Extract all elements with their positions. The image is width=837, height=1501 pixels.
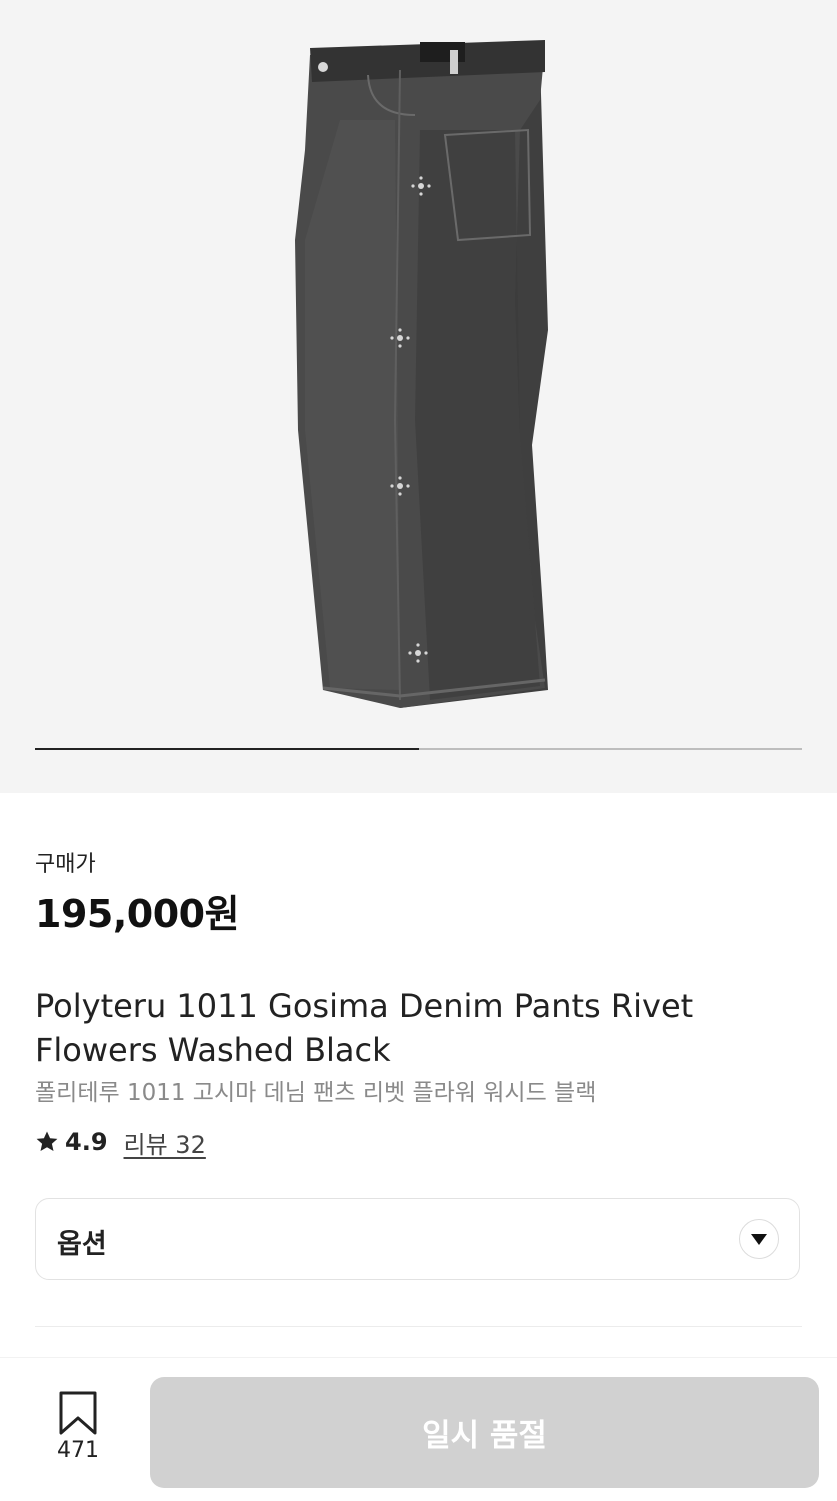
review-count-link[interactable]: 리뷰 32 [124, 1125, 206, 1160]
rating-value: 4.9 [65, 1128, 108, 1156]
gallery-progress-indicator [35, 748, 419, 750]
price-value: 195,000원 [35, 892, 240, 936]
product-image-gallery[interactable] [0, 0, 837, 793]
chevron-down-icon [751, 1234, 767, 1245]
option-dropdown-button[interactable] [739, 1219, 779, 1259]
product-title-line-1: Polyteru 1011 Gosima Denim Pants Rivet [35, 987, 694, 1025]
section-divider [35, 1326, 802, 1327]
sold-out-button[interactable]: 일시 품절 [150, 1377, 819, 1488]
option-select[interactable]: 옵션 [35, 1198, 800, 1280]
option-label: 옵션 [57, 1229, 107, 1260]
bookmark-button[interactable]: 471 [50, 1390, 106, 1470]
product-title-korean: 폴리테루 1011 고시마 데님 팬츠 리벳 플라워 워시드 블랙 [35, 1080, 597, 1106]
star-icon [36, 1131, 58, 1151]
bookmark-icon [59, 1391, 97, 1435]
rating-row: 4.9 리뷰 32 [35, 1124, 206, 1160]
bookmark-count: 471 [57, 1438, 99, 1463]
bottom-action-bar: 471 일시 품절 [0, 1357, 837, 1501]
gallery-progress-bar [35, 748, 802, 750]
product-title-line-2: Flowers Washed Black [35, 1031, 391, 1069]
product-image[interactable] [0, 0, 837, 793]
price-label: 구매가 [35, 852, 96, 877]
product-title: Polyteru 1011 Gosima Denim Pants Rivet F… [35, 984, 735, 1072]
